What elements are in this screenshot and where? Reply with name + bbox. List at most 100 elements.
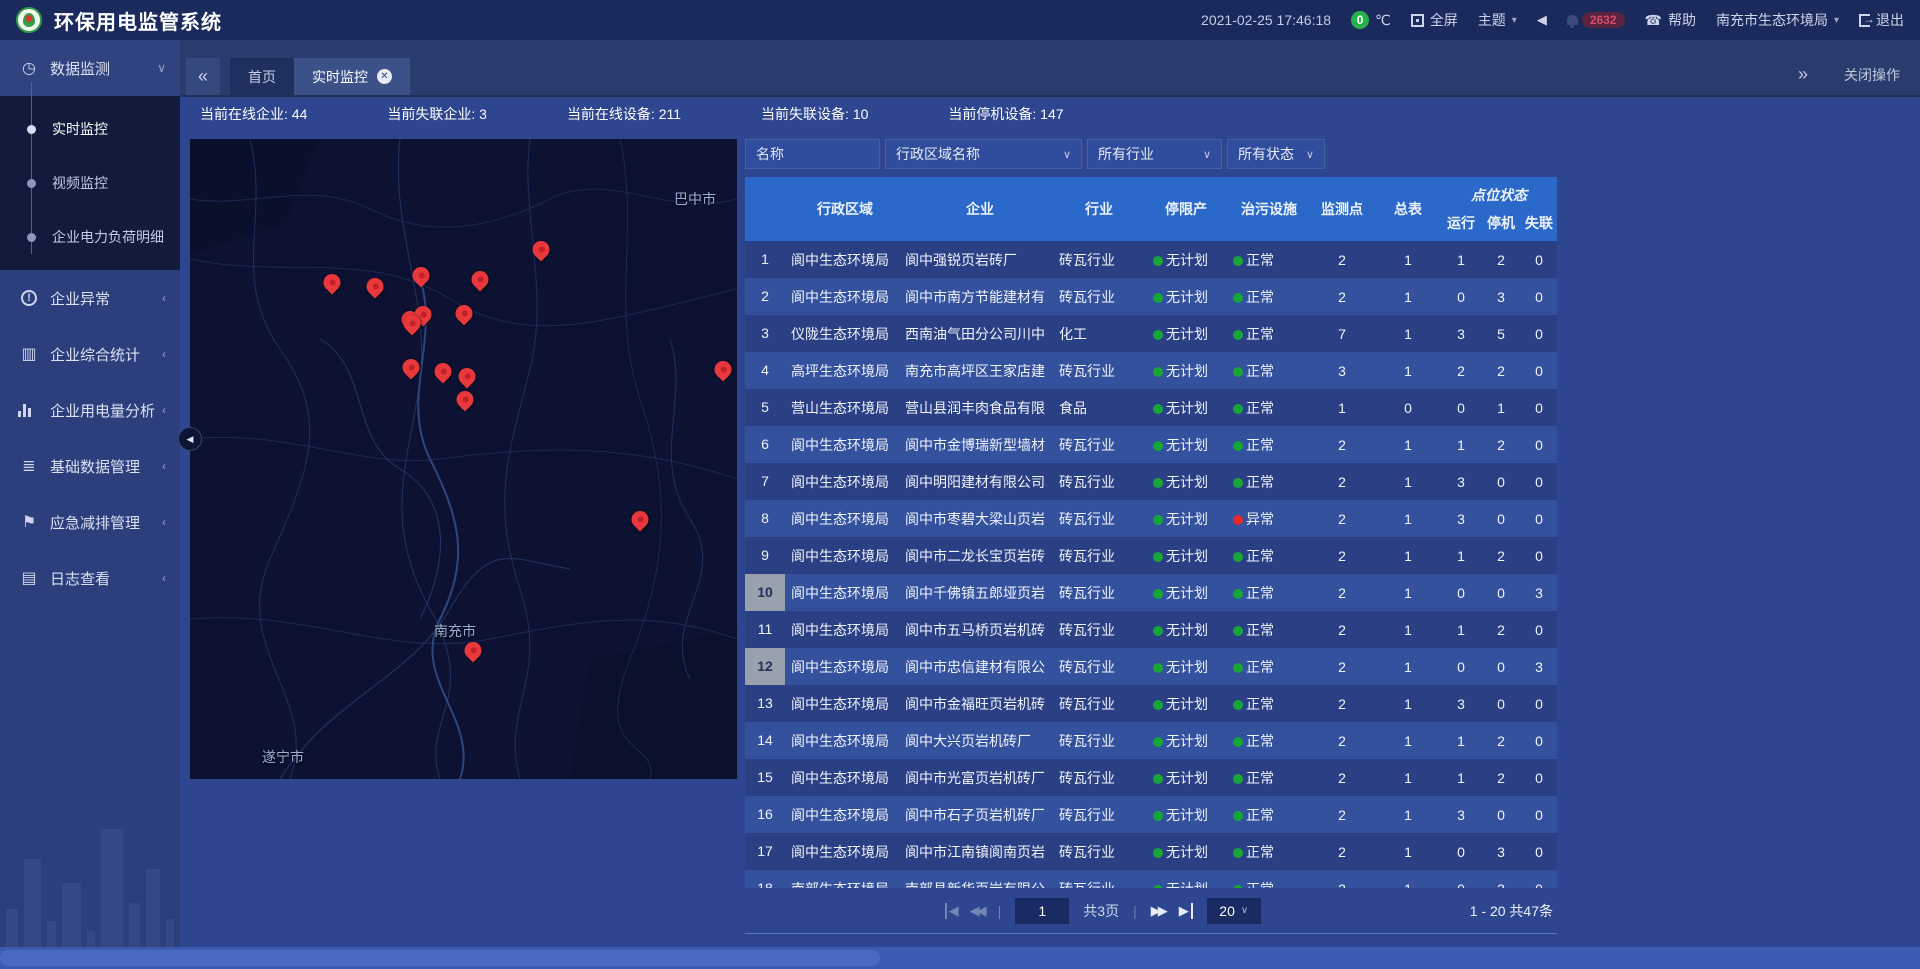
table-row[interactable]: 10阆中生态环境局阆中千佛镇五郎垭页岩砖瓦行业无计划正常21003 <box>745 574 1557 611</box>
tabs-scroll-right-button[interactable]: » <box>1798 64 1808 85</box>
table-row[interactable]: 16阆中生态环境局阆中市石子页岩机砖厂砖瓦行业无计划正常21300 <box>745 796 1557 833</box>
tab-close-icon[interactable]: ✕ <box>377 69 392 84</box>
last-page-button[interactable]: ▶ <box>1179 903 1193 919</box>
cell-limit-status: 无计划 <box>1143 324 1229 344</box>
cell-company: 阆中市江南镇阆南页岩 <box>905 842 1055 862</box>
cell-facility-status: 正常 <box>1229 694 1309 714</box>
status-ok-dot-icon <box>1233 811 1243 821</box>
next-page-button[interactable]: ▶▶ <box>1151 903 1165 919</box>
clock-icon: ◷ <box>18 58 40 78</box>
cell-industry: 砖瓦行业 <box>1055 842 1143 862</box>
cell-lost: 0 <box>1521 511 1557 527</box>
table-row[interactable]: 13阆中生态环境局阆中市金福旺页岩机砖砖瓦行业无计划正常21300 <box>745 685 1557 722</box>
current-page-input[interactable]: 1 <box>1015 898 1069 924</box>
table-row[interactable]: 5营山生态环境局营山县润丰肉食品有限食品无计划正常10010 <box>745 389 1557 426</box>
cell-limit-status: 无计划 <box>1143 694 1229 714</box>
table-row[interactable]: 8阆中生态环境局阆中市枣碧大梁山页岩砖瓦行业无计划异常21300 <box>745 500 1557 537</box>
table-row[interactable]: 7阆中生态环境局阆中明阳建材有限公司砖瓦行业无计划正常21300 <box>745 463 1557 500</box>
sidebar-group-emergency[interactable]: ⚑应急减排管理‹ <box>0 494 180 550</box>
table-row[interactable]: 2阆中生态环境局阆中市南方节能建材有砖瓦行业无计划正常21030 <box>745 278 1557 315</box>
cell-index: 6 <box>745 426 785 463</box>
sidebar-group-label: 企业异常 <box>50 288 162 309</box>
help-button[interactable]: ☎ 帮助 <box>1645 10 1696 30</box>
sidebar-group-label: 企业综合统计 <box>50 344 162 365</box>
page-size-select[interactable]: 20∨ <box>1207 898 1261 924</box>
status-ok-dot-icon <box>1153 737 1163 747</box>
double-left-arrow-icon: « <box>198 66 208 87</box>
cell-lost: 0 <box>1521 252 1557 268</box>
tab-首页[interactable]: 首页 <box>230 58 294 95</box>
table-row[interactable]: 9阆中生态环境局阆中市二龙长宝页岩砖砖瓦行业无计划正常21120 <box>745 537 1557 574</box>
col-header-point-status-group: 点位状态 运行 停机 失联 <box>1441 177 1557 241</box>
cell-region: 南部生态环境局 <box>785 879 905 889</box>
sidebar-item-实时监控[interactable]: 实时监控 <box>0 102 180 156</box>
map-panel[interactable]: 巴中市南充市遂宁市 ◀ <box>190 139 737 779</box>
status-ok-dot-icon <box>1233 256 1243 266</box>
status-ok-dot-icon <box>1233 848 1243 858</box>
tabs-scroll-left-button[interactable]: « <box>186 58 220 95</box>
cell-facility-status: 正常 <box>1229 472 1309 492</box>
status-filter-select[interactable]: 所有状态∨ <box>1227 139 1325 169</box>
cell-industry: 食品 <box>1055 398 1143 418</box>
first-page-button[interactable]: ◀ <box>945 903 956 919</box>
close-operations-button[interactable]: 关闭操作 <box>1844 65 1900 85</box>
table-row[interactable]: 15阆中生态环境局阆中市光富页岩机砖厂砖瓦行业无计划正常21120 <box>745 759 1557 796</box>
sidebar-item-视频监控[interactable]: 视频监控 <box>0 156 180 210</box>
table-row[interactable]: 18南部生态环境局南部县新华页岩有限公砖瓦行业无计划正常21030 <box>745 870 1557 888</box>
cell-region: 阆中生态环境局 <box>785 583 905 603</box>
cell-region: 阆中生态环境局 <box>785 472 905 492</box>
theme-dropdown[interactable]: 主题▾ <box>1478 10 1517 30</box>
region-filter-select[interactable]: 行政区域名称∨ <box>885 139 1082 169</box>
fullscreen-button[interactable]: 全屏 <box>1411 10 1458 30</box>
tab-实时监控[interactable]: 实时监控✕ <box>294 58 410 95</box>
logout-button[interactable]: 退出 <box>1859 10 1904 30</box>
cell-index: 11 <box>745 611 785 648</box>
cell-industry: 砖瓦行业 <box>1055 435 1143 455</box>
table-row[interactable]: 6阆中生态环境局阆中市金博瑞新型墙材砖瓦行业无计划正常21120 <box>745 426 1557 463</box>
sidebar-group-logs[interactable]: ▤日志查看‹ <box>0 550 180 606</box>
sidebar-group-enterprise-abnormal[interactable]: !企业异常‹ <box>0 270 180 326</box>
org-dropdown[interactable]: 南充市生态环境局▾ <box>1716 10 1839 30</box>
speaker-mute-button[interactable]: ◀ <box>1537 12 1547 28</box>
table-row[interactable]: 4高坪生态环境局南充市高坪区王家店建砖瓦行业无计划正常31220 <box>745 352 1557 389</box>
col-header-meters: 总表 <box>1375 177 1441 241</box>
sidebar-group-power-analysis[interactable]: 企业用电量分析‹ <box>0 382 180 438</box>
table-row[interactable]: 17阆中生态环境局阆中市江南镇阆南页岩砖瓦行业无计划正常21030 <box>745 833 1557 870</box>
cell-limit-status: 无计划 <box>1143 620 1229 640</box>
cell-industry: 砖瓦行业 <box>1055 546 1143 566</box>
cell-company: 阆中市枣碧大梁山页岩 <box>905 509 1055 529</box>
table-row[interactable]: 3仪陇生态环境局西南油气田分公司川中化工无计划正常71350 <box>745 315 1557 352</box>
name-filter-input[interactable] <box>745 139 880 169</box>
cell-region: 阆中生态环境局 <box>785 842 905 862</box>
industry-filter-select[interactable]: 所有行业∨ <box>1087 139 1222 169</box>
exit-icon <box>1859 14 1870 27</box>
sidebar-nav: ◷数据监测∨ 实时监控视频监控企业电力负荷明细 !企业异常‹▥企业综合统计‹企业用电… <box>0 40 180 969</box>
cell-run: 1 <box>1441 437 1481 453</box>
temperature-badge: 0 <box>1351 11 1369 29</box>
horizontal-scrollbar-thumb[interactable] <box>0 950 880 966</box>
sidebar-group-data-monitoring[interactable]: ◷数据监测∨ <box>0 40 180 96</box>
cell-meters: 1 <box>1375 770 1441 786</box>
sidebar-group-label: 基础数据管理 <box>50 456 162 477</box>
notification-button[interactable]: 2632 <box>1567 12 1625 28</box>
map-collapse-handle[interactable]: ◀ <box>178 427 202 451</box>
cell-run: 0 <box>1441 844 1481 860</box>
col-header-region: 行政区域 <box>785 177 905 241</box>
pagination-bar: ◀ ◀◀ | 1 共3页 | ▶▶ ▶ 20∨ 1 - 20 共47条 <box>745 888 1557 934</box>
sidebar-group-enterprise-statistics[interactable]: ▥企业综合统计‹ <box>0 326 180 382</box>
table-row[interactable]: 14阆中生态环境局阆中大兴页岩机砖厂砖瓦行业无计划正常21120 <box>745 722 1557 759</box>
cell-facility-status: 正常 <box>1229 435 1309 455</box>
table-row[interactable]: 11阆中生态环境局阆中市五马桥页岩机砖砖瓦行业无计划正常21120 <box>745 611 1557 648</box>
cell-meters: 1 <box>1375 844 1441 860</box>
table-row[interactable]: 1阆中生态环境局阆中强锐页岩砖厂砖瓦行业无计划正常21120 <box>745 241 1557 278</box>
city-label-巴中市: 巴中市 <box>674 189 716 209</box>
cell-run: 0 <box>1441 659 1481 675</box>
sidebar-item-企业电力负荷明细[interactable]: 企业电力负荷明细 <box>0 210 180 264</box>
cell-meters: 1 <box>1375 474 1441 490</box>
previous-page-button[interactable]: ◀◀ <box>970 903 984 919</box>
table-row[interactable]: 12阆中生态环境局阆中市忠信建材有限公砖瓦行业无计划正常21003 <box>745 648 1557 685</box>
cell-index: 13 <box>745 685 785 722</box>
sidebar-group-base-data[interactable]: ≣基础数据管理‹ <box>0 438 180 494</box>
horizontal-scrollbar[interactable] <box>0 947 1920 969</box>
status-ok-dot-icon <box>1153 552 1163 562</box>
